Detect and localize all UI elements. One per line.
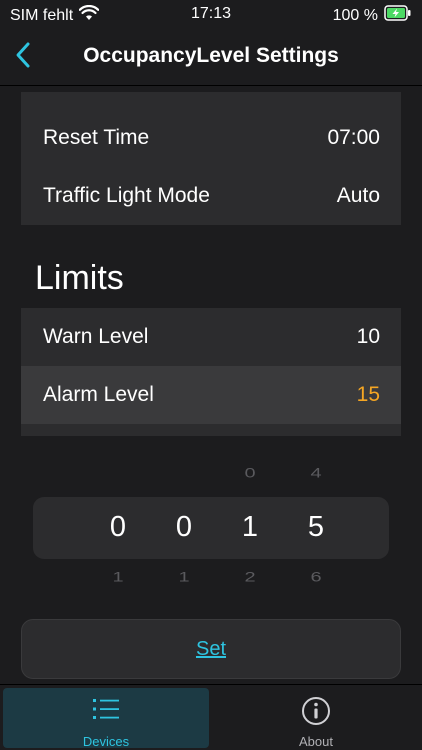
battery-percent: 100 % [332,6,378,24]
limits-section-title: Limits [35,259,124,297]
picker-value-below: 1 [178,569,190,585]
general-settings-card: Reset Time 07:00 Traffic Light Mode Auto [21,92,401,225]
picker-value-below: 1 [112,569,124,585]
tab-bar: Devices About [0,684,422,750]
picker-value-selected: 0 [109,511,127,543]
picker-value-selected: 1 [241,511,259,543]
warn-level-label: Warn Level [43,325,149,348]
picker-value-above: 4 [310,465,322,481]
tab-devices-label: Devices [82,734,130,749]
set-button-label: Set [195,637,227,660]
page-title: OccupancyLevel Settings [83,44,339,67]
status-bar: SIM fehlt 17:13 100 % [0,0,422,30]
picker-column-3[interactable]: 0 1 2 [230,448,270,598]
picker-value-selected: 5 [307,511,325,543]
warn-level-row[interactable]: Warn Level 10 [21,308,401,366]
navigation-bar: OccupancyLevel Settings [0,30,422,86]
tab-about-label: About [299,734,333,749]
reset-time-value: 07:00 [327,126,380,149]
settings-content[interactable]: Reset Time 07:00 Traffic Light Mode Auto… [0,86,422,684]
picker-column-2[interactable]: 0 1 [164,448,204,598]
picker-value-above: 0 [244,465,256,481]
limits-card: Warn Level 10 Alarm Level 15 [21,308,401,436]
tab-about[interactable]: About [213,688,419,749]
picker-value-selected: 0 [175,511,193,543]
warn-level-value: 10 [356,325,380,348]
level-picker[interactable]: 0 1 0 1 0 1 2 4 5 6 [0,448,422,598]
traffic-light-mode-row[interactable]: Traffic Light Mode Auto [21,167,401,225]
traffic-light-mode-value: Auto [336,184,380,207]
alarm-level-value: 15 [356,383,380,406]
alarm-level-label: Alarm Level [43,383,154,406]
picker-column-1[interactable]: 0 1 [98,448,138,598]
reset-time-label: Reset Time [43,126,150,149]
reset-time-row[interactable]: Reset Time 07:00 [21,109,401,167]
picker-column-4[interactable]: 4 5 6 [296,448,336,598]
picker-value-below: 6 [310,569,322,585]
picker-value-below: 2 [244,569,256,585]
tab-devices[interactable]: Devices [3,688,209,749]
battery-charging-icon [384,5,412,26]
traffic-light-mode-label: Traffic Light Mode [43,184,210,207]
alarm-level-row[interactable]: Alarm Level 15 [21,366,401,424]
info-circle-icon [213,696,419,726]
list-icon [3,696,209,722]
set-button[interactable]: Set [21,619,401,679]
status-right: 100 % [333,5,412,26]
